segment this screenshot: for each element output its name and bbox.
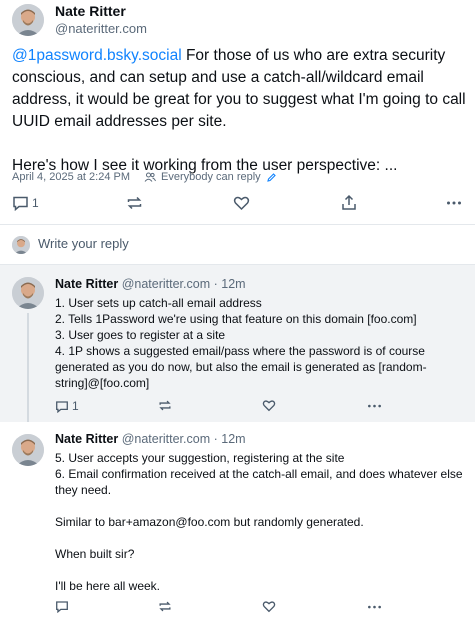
- repost-button[interactable]: [158, 600, 172, 613]
- reply-time-separator: ·: [213, 432, 218, 446]
- reply-line: 3. User goes to register at a site: [55, 328, 226, 342]
- like-icon: [262, 399, 276, 412]
- reply-line: 5. User accepts your suggestion, registe…: [55, 451, 345, 465]
- reply-icon: [55, 400, 69, 413]
- reply-button[interactable]: 1: [12, 195, 39, 211]
- thread-reply[interactable]: Nate Ritter @nateritter.com · 12m 1. Use…: [0, 265, 475, 425]
- repost-icon: [158, 600, 172, 613]
- thread-reply[interactable]: Nate Ritter @nateritter.com · 12m 5. Use…: [0, 422, 475, 625]
- reply-icon: [55, 600, 69, 613]
- mention-link[interactable]: @1password.bsky.social: [12, 47, 182, 64]
- reply-composer[interactable]: Write your reply: [0, 225, 475, 263]
- like-button[interactable]: [262, 600, 276, 613]
- reply-author-avatar[interactable]: [12, 434, 44, 466]
- reply-time-separator: ·: [213, 277, 218, 291]
- my-avatar: [12, 236, 30, 254]
- reply-icon: [12, 195, 29, 211]
- reply-count: 1: [32, 196, 39, 210]
- reply-author-handle[interactable]: @nateritter.com: [122, 432, 210, 446]
- repost-icon: [158, 399, 172, 412]
- reply-text: 5. User accepts your suggestion, registe…: [55, 450, 467, 594]
- post-actions: 1: [0, 194, 475, 214]
- reply-time[interactable]: 12m: [221, 277, 245, 291]
- people-icon: [144, 171, 156, 183]
- reply-setting[interactable]: Everybody can reply: [161, 171, 261, 183]
- more-options-button[interactable]: [367, 402, 382, 410]
- post-text: @1password.bsky.social For those of us w…: [12, 45, 467, 177]
- more-icon: [446, 197, 462, 209]
- main-post: Nate Ritter @nateritter.com @1password.b…: [0, 0, 475, 224]
- more-icon: [367, 402, 382, 410]
- repost-icon: [126, 195, 143, 211]
- reply-line: 6. Email confirmation received at the ca…: [55, 467, 463, 497]
- reply-author-handle[interactable]: @nateritter.com: [122, 277, 210, 291]
- author-name[interactable]: Nate Ritter: [55, 3, 126, 19]
- reply-header: Nate Ritter @nateritter.com · 12m: [55, 432, 246, 446]
- reply-input-placeholder[interactable]: Write your reply: [38, 236, 129, 251]
- more-options-button[interactable]: [446, 197, 462, 209]
- reply-button[interactable]: [55, 600, 69, 613]
- reply-paragraph: Similar to bar+amazon@foo.com but random…: [55, 515, 364, 529]
- edit-pencil-icon[interactable]: [266, 172, 277, 183]
- repost-button[interactable]: [126, 195, 143, 211]
- reply-line: 1. User sets up catch-all email address: [55, 296, 262, 310]
- like-button[interactable]: [262, 399, 276, 412]
- reply-time[interactable]: 12m: [221, 432, 245, 446]
- reply-text: 1. User sets up catch-all email address …: [55, 295, 467, 391]
- reply-button[interactable]: 1: [55, 399, 79, 413]
- more-icon: [367, 603, 382, 611]
- more-options-button[interactable]: [367, 603, 382, 611]
- thread-connector-line: [27, 313, 29, 425]
- reply-header: Nate Ritter @nateritter.com · 12m: [55, 277, 246, 291]
- reply-count: 1: [72, 399, 79, 413]
- reply-line: 4. 1P shows a suggested email/pass where…: [55, 344, 427, 390]
- post-timestamp[interactable]: April 4, 2025 at 2:24 PM: [12, 171, 130, 183]
- author-avatar[interactable]: [12, 4, 44, 36]
- post-meta: April 4, 2025 at 2:24 PM Everybody can r…: [12, 171, 277, 183]
- reply-paragraph: I'll be here all week.: [55, 579, 161, 593]
- reply-author-name[interactable]: Nate Ritter: [55, 277, 118, 291]
- like-button[interactable]: [233, 195, 250, 211]
- reply-author-avatar[interactable]: [12, 277, 44, 309]
- share-button[interactable]: [341, 194, 357, 211]
- reply-paragraph: When built sir?: [55, 547, 135, 561]
- reply-line: 2. Tells 1Password we're using that feat…: [55, 312, 417, 326]
- author-handle[interactable]: @nateritter.com: [55, 21, 147, 36]
- like-icon: [233, 195, 250, 211]
- like-icon: [262, 600, 276, 613]
- share-icon: [341, 194, 357, 211]
- reply-author-name[interactable]: Nate Ritter: [55, 432, 118, 446]
- repost-button[interactable]: [158, 399, 172, 412]
